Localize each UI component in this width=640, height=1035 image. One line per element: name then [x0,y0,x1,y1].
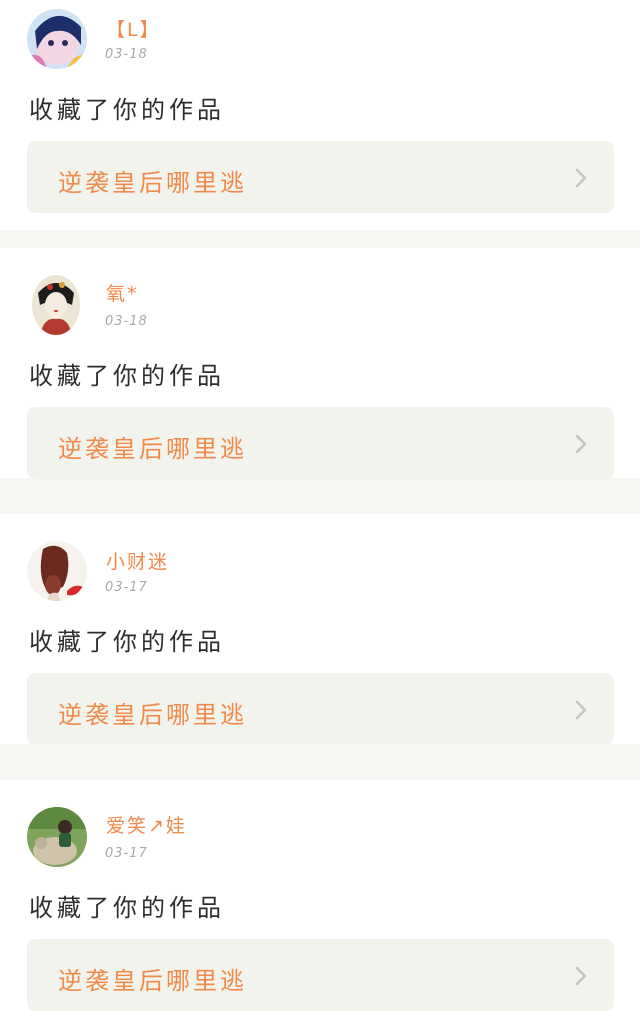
girl-avatar-icon[interactable] [27,541,87,601]
chevron-right-icon [575,168,587,188]
anime-avatar-icon[interactable] [27,9,87,69]
action-text: 收藏了你的作品 [29,628,225,656]
user-name[interactable]: 氧* [106,279,139,306]
action-text: 收藏了你的作品 [29,362,225,390]
work-link[interactable]: 逆袭皇后哪里逃 [27,673,614,745]
work-title: 逆袭皇后哪里逃 [58,169,247,197]
action-text: 收藏了你的作品 [29,894,225,922]
geisha-avatar-icon[interactable] [32,275,80,335]
post-date: 03-17 [105,846,148,861]
chevron-right-icon [575,434,587,454]
post-date: 03-17 [105,580,148,595]
photo-avatar-icon[interactable] [27,807,87,867]
action-text: 收藏了你的作品 [29,96,225,124]
chevron-right-icon [575,700,587,720]
notification-card: 【L】 03-18 收藏了你的作品 逆袭皇后哪里逃 [0,0,640,230]
chevron-right-icon [575,966,587,986]
post-date: 03-18 [105,314,148,329]
work-title: 逆袭皇后哪里逃 [58,967,247,995]
notification-card: 氧* 03-18 收藏了你的作品 逆袭皇后哪里逃 [0,248,640,479]
notification-card: 小财迷 03-17 收藏了你的作品 逆袭皇后哪里逃 [0,514,640,745]
user-name[interactable]: 爱笑↗娃 [106,811,187,838]
work-title: 逆袭皇后哪里逃 [58,435,247,463]
user-name[interactable]: 小财迷 [106,547,169,574]
notification-feed: 【L】 03-18 收藏了你的作品 逆袭皇后哪里逃 氧* 03-18 收藏了你的… [0,0,640,1035]
work-link[interactable]: 逆袭皇后哪里逃 [27,939,614,1011]
post-date: 03-18 [105,47,148,62]
work-title: 逆袭皇后哪里逃 [58,701,247,729]
work-link[interactable]: 逆袭皇后哪里逃 [27,407,614,479]
work-link[interactable]: 逆袭皇后哪里逃 [27,141,614,213]
user-name[interactable]: 【L】 [106,15,161,42]
notification-card: 爱笑↗娃 03-17 收藏了你的作品 逆袭皇后哪里逃 [0,780,640,1035]
